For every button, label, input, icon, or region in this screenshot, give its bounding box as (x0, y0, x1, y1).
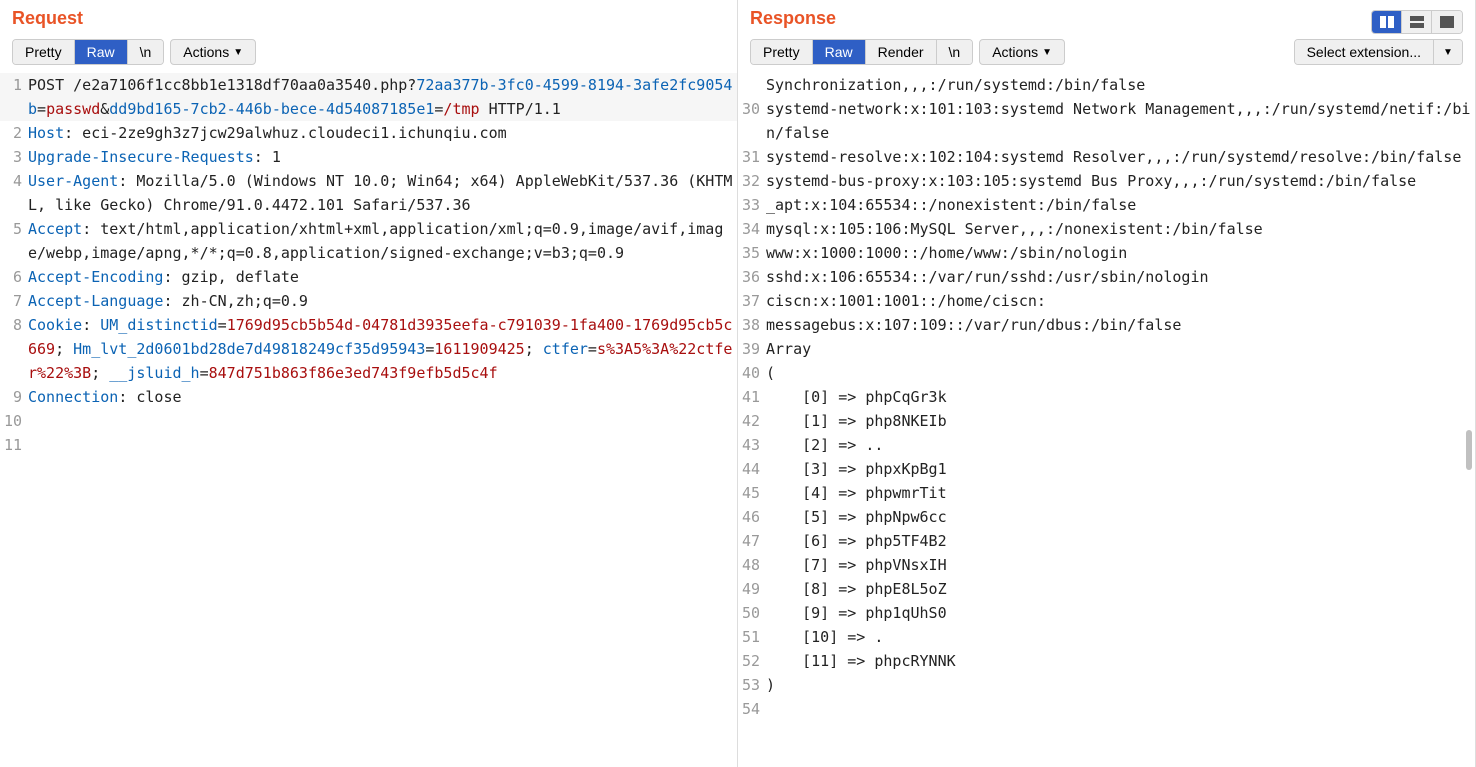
response-line[interactable]: Synchronization,,,:/run/systemd:/bin/fal… (738, 73, 1475, 97)
response-line[interactable]: 33_apt:x:104:65534::/nonexistent:/bin/fa… (738, 193, 1475, 217)
response-tab-newline[interactable]: \n (937, 40, 973, 64)
request-line[interactable]: 5Accept: text/html,application/xhtml+xml… (0, 217, 737, 265)
request-line[interactable]: 8Cookie: UM_distinctid=1769d95cb5b54d-04… (0, 313, 737, 385)
response-line[interactable]: 45 [4] => phpwmrTit (738, 481, 1475, 505)
request-pane: Request Pretty Raw \n Actions ▼ 1POST /e… (0, 0, 738, 767)
request-line[interactable]: 6Accept-Encoding: gzip, deflate (0, 265, 737, 289)
response-line[interactable]: 30systemd-network:x:101:103:systemd Netw… (738, 97, 1475, 145)
scrollbar-thumb[interactable] (1466, 430, 1472, 470)
response-line[interactable]: 37ciscn:x:1001:1001::/home/ciscn: (738, 289, 1475, 313)
response-line[interactable]: 52 [11] => phpcRYNNK (738, 649, 1475, 673)
response-line[interactable]: 42 [1] => php8NKEIb (738, 409, 1475, 433)
request-line[interactable]: 11 (0, 433, 737, 457)
response-line[interactable]: 44 [3] => phpxKpBg1 (738, 457, 1475, 481)
request-tab-newline[interactable]: \n (128, 40, 164, 64)
request-title: Request (12, 8, 725, 29)
response-tab-pretty[interactable]: Pretty (751, 40, 813, 64)
response-tab-render[interactable]: Render (866, 40, 937, 64)
response-line[interactable]: 51 [10] => . (738, 625, 1475, 649)
request-line[interactable]: 1POST /e2a7106f1cc8bb1e1318df70aa0a3540.… (0, 73, 737, 121)
response-line[interactable]: 49 [8] => phpE8L5oZ (738, 577, 1475, 601)
request-line[interactable]: 3Upgrade-Insecure-Requests: 1 (0, 145, 737, 169)
response-line[interactable]: 38messagebus:x:107:109::/var/run/dbus:/b… (738, 313, 1475, 337)
request-toolbar: Pretty Raw \n Actions ▼ (0, 35, 737, 73)
request-tab-pretty[interactable]: Pretty (13, 40, 75, 64)
response-line[interactable]: 32systemd-bus-proxy:x:103:105:systemd Bu… (738, 169, 1475, 193)
response-title: Response (750, 8, 1463, 29)
chevron-down-icon[interactable]: ▼ (1434, 40, 1462, 64)
layout-single-icon[interactable] (1432, 11, 1462, 33)
response-tab-raw[interactable]: Raw (813, 40, 866, 64)
request-line[interactable]: 10 (0, 409, 737, 433)
response-line[interactable]: 48 [7] => phpVNsxIH (738, 553, 1475, 577)
request-line[interactable]: 4User-Agent: Mozilla/5.0 (Windows NT 10.… (0, 169, 737, 217)
chevron-down-icon: ▼ (1042, 47, 1052, 58)
response-pane: Response Pretty Raw Render \n Actions ▼ … (738, 0, 1476, 767)
layout-columns-icon[interactable] (1372, 11, 1402, 33)
response-line[interactable]: 34mysql:x:105:106:MySQL Server,,,:/nonex… (738, 217, 1475, 241)
response-line[interactable]: 54 (738, 697, 1475, 721)
response-line[interactable]: 43 [2] => .. (738, 433, 1475, 457)
extension-select[interactable]: Select extension... ▼ (1294, 39, 1463, 65)
response-line[interactable]: 53) (738, 673, 1475, 697)
response-actions-button[interactable]: Actions ▼ (979, 39, 1065, 65)
request-editor[interactable]: 1POST /e2a7106f1cc8bb1e1318df70aa0a3540.… (0, 73, 737, 767)
response-line[interactable]: 46 [5] => phpNpw6cc (738, 505, 1475, 529)
layout-toggle (1371, 10, 1463, 34)
response-line[interactable]: 35www:x:1000:1000::/home/www:/sbin/nolog… (738, 241, 1475, 265)
request-line[interactable]: 2Host: eci-2ze9gh3z7jcw29alwhuz.cloudeci… (0, 121, 737, 145)
response-line[interactable]: 31systemd-resolve:x:102:104:systemd Reso… (738, 145, 1475, 169)
request-line[interactable]: 7Accept-Language: zh-CN,zh;q=0.9 (0, 289, 737, 313)
response-line[interactable]: 41 [0] => phpCqGr3k (738, 385, 1475, 409)
request-tab-raw[interactable]: Raw (75, 40, 128, 64)
response-line[interactable]: 36sshd:x:106:65534::/var/run/sshd:/usr/s… (738, 265, 1475, 289)
response-line[interactable]: 40( (738, 361, 1475, 385)
request-actions-button[interactable]: Actions ▼ (170, 39, 256, 65)
response-line[interactable]: 47 [6] => php5TF4B2 (738, 529, 1475, 553)
response-line[interactable]: 39Array (738, 337, 1475, 361)
response-toolbar: Pretty Raw Render \n Actions ▼ Select ex… (738, 35, 1475, 73)
request-line[interactable]: 9Connection: close (0, 385, 737, 409)
chevron-down-icon: ▼ (233, 47, 243, 58)
layout-rows-icon[interactable] (1402, 11, 1432, 33)
response-line[interactable]: 50 [9] => php1qUhS0 (738, 601, 1475, 625)
response-editor[interactable]: Synchronization,,,:/run/systemd:/bin/fal… (738, 73, 1475, 767)
